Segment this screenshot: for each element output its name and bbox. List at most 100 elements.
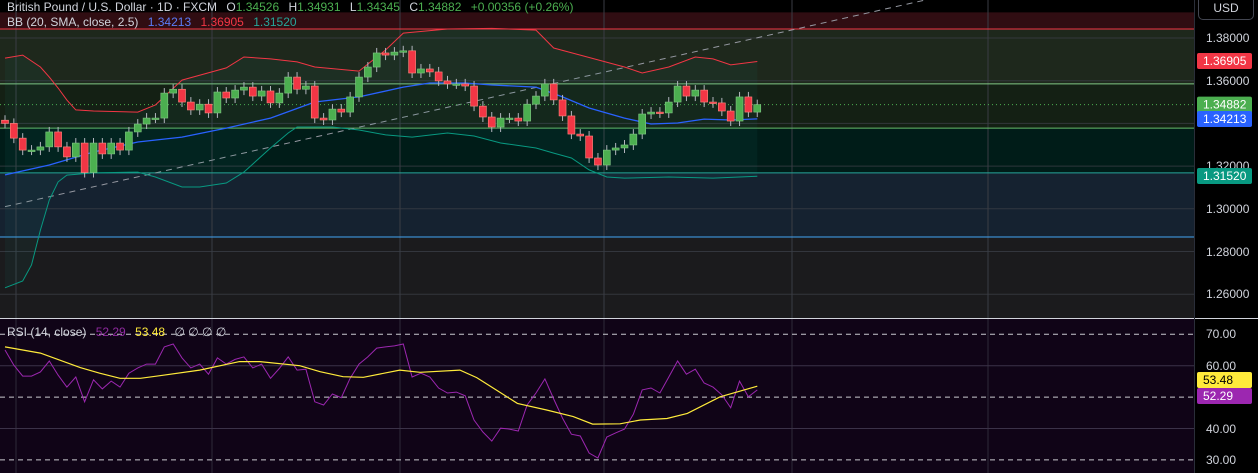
ohlc-close: 1.34882 [417,0,462,14]
price-tag: 1.34213 [1197,110,1252,127]
candle-up [505,117,514,120]
candle-up [647,111,655,115]
candle-up [417,68,425,74]
candle-down [178,88,186,103]
candle-down [408,50,416,74]
bb-upper-value: 1.36905 [200,15,244,29]
candle-down [293,76,301,90]
rsi-legend[interactable]: RSI (14, close) 52.29 53.48 ∅ ∅ ∅ ∅ [7,325,232,339]
candle-up [664,101,673,114]
price-axis-tick: 1.28000 [1206,244,1250,259]
candle-down [434,71,443,82]
bb-lower-value: 1.31520 [253,15,297,29]
price-tag: 1.31520 [1197,168,1252,185]
candle-up [691,89,700,97]
candle-up [302,85,310,90]
candle-up [611,147,620,151]
candle-up [36,146,45,151]
rsi-ma-value: 53.48 [135,325,166,339]
candle-down [63,146,71,158]
rsi-axis-tick: 60.00 [1206,358,1237,373]
price-chart[interactable] [0,0,1258,473]
price-axis-tick: 1.30000 [1206,201,1250,216]
ohlc-change: +0.00356 (+0.26%) [470,0,574,14]
candle-up [195,103,204,111]
candle-up [160,92,169,119]
currency-button[interactable]: USD [1198,0,1254,20]
candle-up [390,51,399,56]
bb-legend[interactable]: BB (20, SMA, close, 2.5) 1.34213 1.36905… [7,15,303,29]
candle-down [80,142,89,173]
bb-basis-value: 1.34213 [147,15,192,29]
rsi-axis-tick: 70.00 [1206,327,1237,342]
candle-up [523,103,531,122]
candle-down [187,101,195,111]
candle-up [399,50,408,53]
candle-up [240,86,248,91]
candle-up [125,131,133,151]
ohlc-low: 1.34345 [356,0,400,14]
candle-up [133,123,142,133]
candle-down [549,83,558,101]
candle-down [54,131,62,148]
candle-up [107,142,115,155]
candle-down [10,123,18,139]
candle-up [532,95,540,105]
rsi-value: 52.29 [95,325,126,339]
candle-down [381,52,390,56]
candle-down [576,133,585,137]
candle-down [266,90,275,104]
candle-down [310,85,319,119]
rsi-empty-values: ∅ ∅ ∅ ∅ [174,325,227,339]
candle-up [355,76,363,98]
candle-up [541,83,549,97]
candle-up [169,88,177,94]
candle-up [275,92,284,104]
candle-down [204,103,213,114]
rsi-axis-tick: 40.00 [1206,421,1237,436]
candle-down [98,142,107,155]
candle-up [602,149,611,166]
candle-up [257,90,266,97]
candle-down [479,105,487,118]
candle-down [319,117,328,121]
candle-down [470,85,478,107]
candle-up [213,91,222,114]
candle-up [620,144,629,149]
price-axis-tick: 1.26000 [1206,287,1250,302]
candle-down [558,99,567,117]
candle-up [27,149,36,152]
rsi-label: RSI (14, close) [7,325,87,339]
price-tag: 1.36905 [1197,53,1252,70]
candle-up [284,76,293,94]
candle-up [629,133,638,146]
candle-down [709,101,717,104]
candle-up [142,117,151,125]
price-axis-tick: 1.36000 [1206,73,1250,88]
candle-down [656,111,664,114]
candle-up [673,85,682,103]
candle-up [753,104,762,113]
candle-down [682,85,691,97]
price-axis-tick: 1.38000 [1206,31,1250,45]
price-zone [0,236,1194,318]
candle-down [337,108,346,113]
candle-up [231,89,239,99]
rsi-tag: 52.29 [1197,387,1252,404]
candle-up [496,117,505,128]
candle-up [735,96,744,122]
candle-up [45,131,54,148]
candle-down [116,142,124,151]
symbol-legend: British Pound / U.S. Dollar · 1D · FXCM … [7,0,574,14]
candle-down [1,119,9,124]
candle-down [425,68,434,73]
candle-up [452,83,461,86]
candle-up [372,52,381,68]
candle-down [18,137,27,151]
candle-down [585,135,593,159]
candle-down [718,102,726,112]
candle-down [487,116,496,128]
candle-up [346,96,354,113]
rsi-pane-background [0,319,1194,473]
bb-label: BB (20, SMA, close, 2.5) [7,15,139,29]
